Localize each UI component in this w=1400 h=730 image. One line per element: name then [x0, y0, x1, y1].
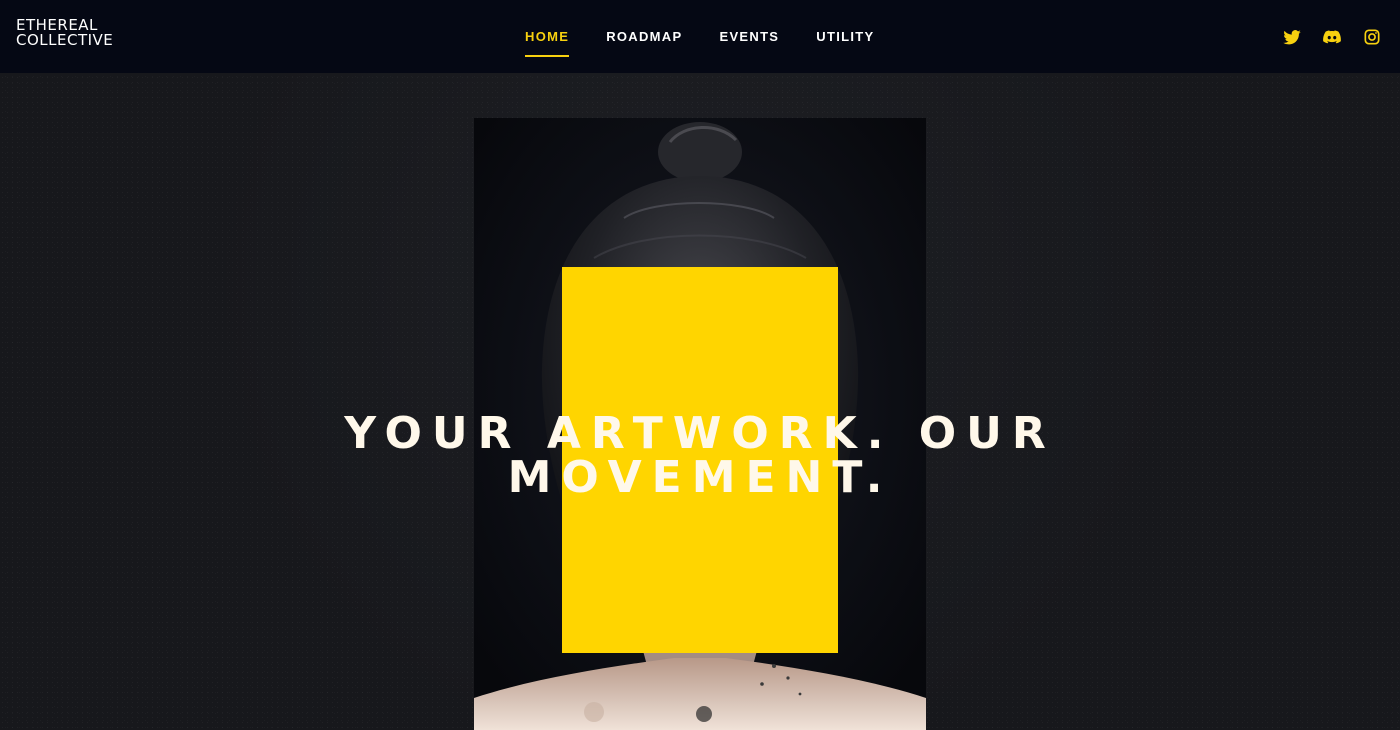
nav-roadmap[interactable]: ROADMAP — [606, 29, 682, 44]
hero-headline-line-2: MOVEMENT. — [507, 452, 893, 504]
hero-headline-line-1: YOUR ARTWORK. OUR — [344, 408, 1056, 460]
nav-events[interactable]: EVENTS — [719, 29, 779, 44]
brand-line-2: COLLECTIVE — [16, 31, 114, 49]
social-links — [1282, 27, 1382, 47]
page: ETHEREAL COLLECTIVE HOME ROADMAP EVENTS … — [0, 0, 1400, 730]
site-header: ETHEREAL COLLECTIVE HOME ROADMAP EVENTS … — [0, 0, 1400, 73]
twitter-icon[interactable] — [1282, 27, 1302, 47]
hero-headline: YOUR ARTWORK. OUR MOVEMENT. — [0, 412, 1400, 500]
nav-utility[interactable]: UTILITY — [816, 29, 874, 44]
main-nav: HOME ROADMAP EVENTS UTILITY — [525, 0, 912, 73]
discord-icon[interactable] — [1322, 27, 1342, 47]
instagram-icon[interactable] — [1362, 27, 1382, 47]
nav-home[interactable]: HOME — [525, 29, 570, 57]
brand-logo[interactable]: ETHEREAL COLLECTIVE — [16, 18, 128, 48]
